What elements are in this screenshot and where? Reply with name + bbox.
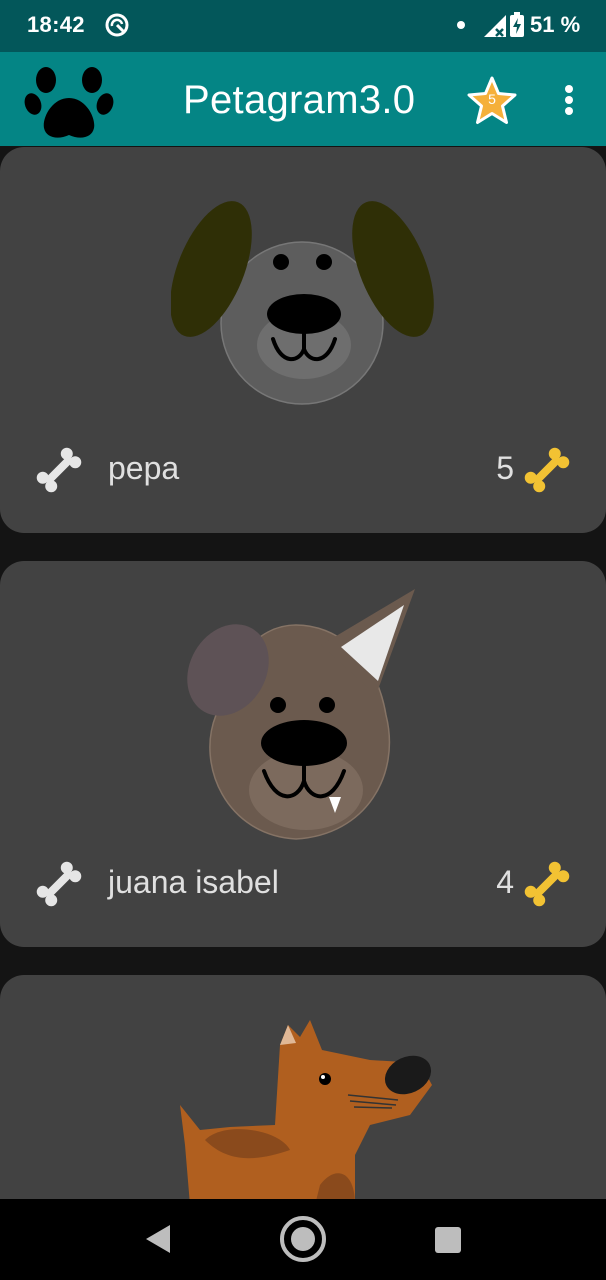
bone-white-icon[interactable] xyxy=(30,855,88,913)
pet-card: pepa 5 xyxy=(0,147,606,533)
favorites-button[interactable]: 5 xyxy=(464,74,520,130)
pet-rating: 4 xyxy=(496,864,514,900)
bone-gold-icon xyxy=(524,861,570,907)
status-time: 18:42 xyxy=(27,12,85,37)
favorites-count: 5 xyxy=(488,91,496,107)
bone-gold-icon xyxy=(524,447,570,493)
overflow-menu-button[interactable] xyxy=(552,76,586,124)
home-circle-icon[interactable] xyxy=(279,1215,327,1263)
pet-photo xyxy=(180,1020,432,1205)
battery-percent: 51 % xyxy=(530,12,581,37)
paw-print-icon xyxy=(24,67,114,138)
navigation-bar xyxy=(0,1199,606,1280)
pet-card: juana isabel 4 xyxy=(0,561,606,947)
notification-dot-icon xyxy=(457,21,465,29)
back-triangle-icon[interactable] xyxy=(144,1223,172,1255)
pet-photo xyxy=(171,201,434,405)
bone-white-icon[interactable] xyxy=(30,441,88,499)
more-vert-icon xyxy=(565,85,573,93)
status-bar: 18:42 51 % xyxy=(0,0,606,52)
more-vert-icon xyxy=(565,107,573,115)
battery-icon xyxy=(510,12,524,37)
more-vert-icon xyxy=(565,96,573,104)
app-title: Petagram3.0 xyxy=(183,78,416,122)
app-bar: Petagram3.0 5 xyxy=(0,52,606,146)
pet-name: juana isabel xyxy=(108,864,279,900)
sync-status-icon xyxy=(105,13,129,37)
pet-photo xyxy=(187,589,415,840)
recents-square-icon[interactable] xyxy=(435,1227,461,1253)
pet-rating: 5 xyxy=(496,450,514,486)
pet-name: pepa xyxy=(108,450,180,486)
signal-icon xyxy=(484,15,506,37)
